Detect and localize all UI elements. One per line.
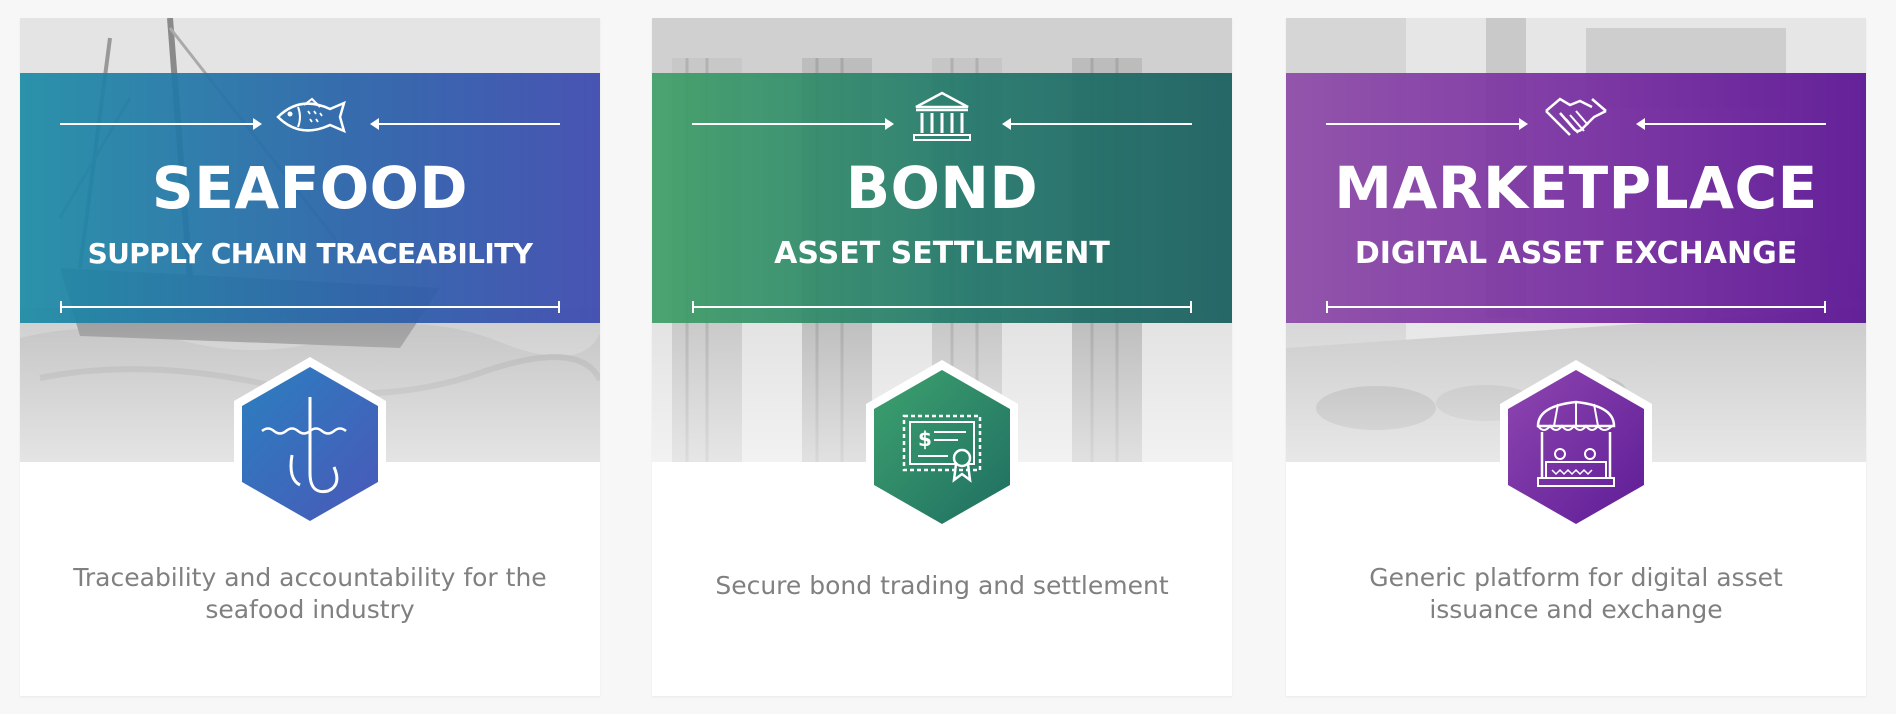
card-title: BOND (845, 154, 1039, 222)
card-description: Generic platform for digital asset issua… (1326, 562, 1826, 626)
card-subtitle: ASSET SETTLEMENT (774, 236, 1110, 271)
right-arrow-line (1326, 118, 1528, 130)
divider-line (692, 301, 1192, 313)
description-line: Generic platform for digital asset (1369, 563, 1783, 592)
bank-building-icon (913, 91, 971, 141)
description-line: Traceability and accountability for the (73, 563, 547, 592)
bond-certificate-icon: $ (866, 360, 1018, 534)
card-description: Traceability and accountability for the … (60, 562, 560, 626)
divider-line (1326, 301, 1826, 313)
left-arrow-line (370, 118, 560, 130)
card-title: SEAFOOD (151, 154, 469, 222)
left-arrow-line (1002, 118, 1192, 130)
card-subtitle: SUPPLY CHAIN TRACEABILITY (87, 237, 533, 270)
banner-marketplace: MARKETPLACE DIGITAL ASSET EXCHANGE (1286, 73, 1866, 323)
market-stall-icon (1500, 360, 1652, 534)
card-subtitle: DIGITAL ASSET EXCHANGE (1354, 236, 1798, 271)
banner-bond: BOND ASSET SETTLEMENT (652, 73, 1232, 323)
description-line: seafood industry (205, 595, 415, 624)
svg-text:$: $ (918, 427, 932, 451)
right-arrow-line (60, 118, 262, 130)
fishing-hook-icon (234, 357, 386, 531)
fish-icon (276, 97, 346, 134)
right-arrow-line (692, 118, 894, 130)
handshake-icon (1545, 97, 1607, 136)
divider-line (60, 301, 560, 313)
card-marketplace[interactable]: MARKETPLACE DIGITAL ASSET EXCHANGE Gener… (1286, 18, 1866, 696)
card-title: MARKETPLACE (1334, 154, 1818, 222)
card-bond[interactable]: BOND ASSET SETTLEMENT $ Secure bond trad… (652, 18, 1232, 696)
card-seafood[interactable]: SEAFOOD SUPPLY CHAIN TRACEABILITY Tracea… (20, 18, 600, 696)
banner-seafood: SEAFOOD SUPPLY CHAIN TRACEABILITY (20, 73, 600, 323)
card-description: Secure bond trading and settlement (692, 570, 1192, 602)
left-arrow-line (1636, 118, 1826, 130)
description-line: issuance and exchange (1429, 595, 1723, 624)
description-line: Secure bond trading and settlement (715, 571, 1169, 600)
